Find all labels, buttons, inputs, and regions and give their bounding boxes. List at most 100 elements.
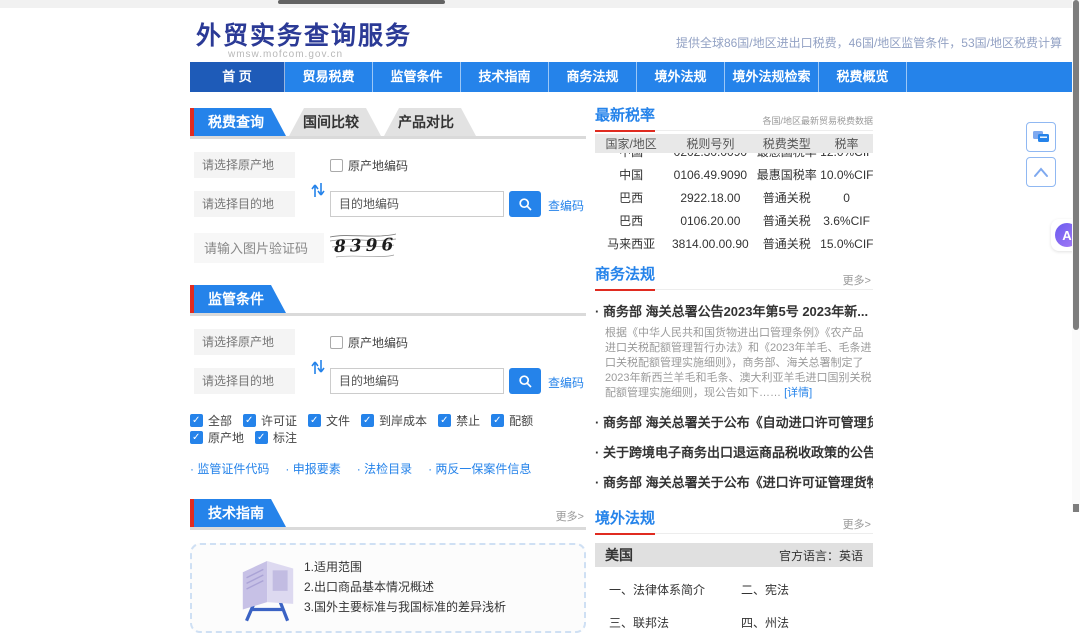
right-column: 最新税率 各国/地区最新贸易税费数据 国家/地区 税则号列 税费类型 税率 中国… bbox=[595, 104, 873, 631]
checked-checkbox-icon[interactable] bbox=[190, 431, 203, 444]
guide-item[interactable]: 1.适用范围 bbox=[304, 557, 506, 577]
tab-product-compare[interactable]: 产品对比 bbox=[384, 108, 476, 136]
col-country: 国家/地区 bbox=[605, 137, 657, 151]
checked-checkbox-icon[interactable] bbox=[190, 414, 203, 427]
search-button[interactable] bbox=[509, 191, 541, 217]
filter-all[interactable]: 全部 bbox=[190, 412, 232, 429]
news-headline[interactable]: 商务部 海关总署关于公布《自动进口许可管理货物目录... bbox=[595, 412, 873, 431]
checkbox-icon[interactable] bbox=[330, 336, 343, 349]
cell-country: 巴西 bbox=[619, 214, 644, 228]
link-trade-remedy-cases[interactable]: 两反一保案件信息 bbox=[428, 460, 531, 477]
table-row[interactable]: 中国 0202.30.0090 最惠国税率 12.0%CIF bbox=[595, 153, 873, 163]
checked-checkbox-icon[interactable] bbox=[491, 414, 505, 427]
link-regulatory-cert-codes[interactable]: 监管证件代码 bbox=[190, 460, 269, 477]
latest-rates-note: 各国/地区最新贸易税费数据 bbox=[762, 116, 873, 126]
table-row[interactable]: 巴西 2922.18.00 普通关税 0 bbox=[595, 186, 873, 209]
tax-query-tabbar: 税费查询 国间比较 产品对比 bbox=[190, 108, 586, 139]
law-item[interactable]: 四、州法 bbox=[741, 614, 873, 631]
nav-filler bbox=[907, 62, 1072, 92]
guide-item[interactable]: 2.出口商品基本情况概述 bbox=[304, 577, 506, 597]
book-illustration-icon bbox=[242, 561, 294, 622]
nav-tab-overseas-search[interactable]: 境外法规检索 bbox=[725, 62, 819, 92]
site-header: 外贸实务查询服务 wmsw.mofcom.gov.cn 提供全球86国/地区进出… bbox=[190, 8, 1072, 62]
checked-checkbox-icon[interactable] bbox=[255, 431, 269, 444]
col-rate: 税率 bbox=[834, 137, 859, 151]
captcha-input[interactable] bbox=[194, 233, 324, 263]
filter-label: 标注 bbox=[273, 431, 298, 445]
news-headline[interactable]: 商务部 海关总署关于公布《进口许可证管理货物目录（... bbox=[595, 472, 873, 491]
guide-item[interactable]: 3.国外主要标准与我国标准的差异浅析 bbox=[304, 597, 506, 617]
checked-checkbox-icon[interactable] bbox=[243, 414, 257, 427]
nav-tab-regulatory[interactable]: 监管条件 bbox=[373, 62, 461, 92]
reg-search-button[interactable] bbox=[509, 368, 541, 394]
nav-tab-tech-guide[interactable]: 技术指南 bbox=[461, 62, 549, 92]
filter-license[interactable]: 许可证 bbox=[243, 412, 297, 429]
cell-rate: 12.0%CIF bbox=[820, 153, 873, 159]
nav-tab-tax-overview[interactable]: 税费概览 bbox=[819, 62, 907, 92]
checked-checkbox-icon[interactable] bbox=[438, 414, 452, 427]
lookup-code-link[interactable]: 查编码 bbox=[548, 197, 584, 214]
detail-link[interactable]: [详情] bbox=[784, 387, 812, 399]
regulatory-header: 监管条件 bbox=[190, 285, 586, 316]
origin-code-checkbox[interactable]: 原产地编码 bbox=[330, 157, 408, 174]
browser-top-strip bbox=[0, 0, 1080, 8]
link-inspection-catalog[interactable]: 法检目录 bbox=[357, 460, 412, 477]
captcha-digits: 8396 bbox=[333, 234, 398, 258]
tech-guide-more-link[interactable]: 更多> bbox=[556, 508, 584, 524]
law-item[interactable]: 三、联邦法 bbox=[609, 614, 741, 631]
news-headline-featured[interactable]: 商务部 海关总署公告2023年第5号 2023年新... bbox=[595, 301, 873, 320]
link-declaration-elements[interactable]: 申报要素 bbox=[285, 460, 341, 477]
rates-table-header: 国家/地区 税则号列 税费类型 税率 bbox=[595, 134, 873, 153]
filter-landed-cost[interactable]: 到岸成本 bbox=[361, 412, 427, 429]
filter-quota[interactable]: 配额 bbox=[491, 412, 533, 429]
dest-select[interactable]: 请选择目的地 bbox=[194, 191, 295, 217]
dest-code-input[interactable] bbox=[330, 191, 504, 217]
scrollbar-thumb[interactable] bbox=[1073, 0, 1079, 330]
reg-lookup-code-link[interactable]: 查编码 bbox=[548, 374, 584, 391]
tax-origin-row: 请选择原产地 原产地编码 bbox=[190, 152, 586, 178]
cell-country: 中国 bbox=[619, 168, 644, 182]
news-excerpt: 根据《中华人民共和国货物进出口管理条例》《农产品进口关税配额管理暂行办法》和《2… bbox=[605, 326, 873, 401]
col-hs-code: 税则号列 bbox=[686, 137, 735, 151]
law-item[interactable]: 二、宪法 bbox=[741, 581, 873, 598]
scrollbar-track[interactable] bbox=[1072, 0, 1080, 512]
back-to-top-button[interactable] bbox=[1026, 157, 1056, 187]
filter-document[interactable]: 文件 bbox=[308, 412, 350, 429]
overseas-laws-more-link[interactable]: 更多> bbox=[843, 516, 871, 532]
table-row[interactable]: 马来西亚 3814.00.00.90 普通关税 15.0%CIF bbox=[595, 232, 873, 253]
nav-tab-commerce-laws[interactable]: 商务法规 bbox=[549, 62, 637, 92]
swap-icon[interactable] bbox=[310, 357, 326, 377]
origin-select[interactable]: 请选择原产地 bbox=[194, 152, 295, 178]
table-row[interactable]: 巴西 0106.20.00 普通关税 3.6%CIF bbox=[595, 209, 873, 232]
cell-hs-code: 2922.18.00 bbox=[680, 190, 741, 205]
captcha-image[interactable]: 8396 bbox=[330, 231, 398, 263]
table-row[interactable]: 中国 0106.49.9090 最惠国税率 10.0%CIF bbox=[595, 163, 873, 186]
nav-tab-overseas-laws[interactable]: 境外法规 bbox=[637, 62, 725, 92]
filter-origin[interactable]: 原产地 bbox=[190, 429, 244, 446]
reg-origin-code-checkbox[interactable]: 原产地编码 bbox=[330, 334, 408, 351]
tab-tax-query[interactable]: 税费查询 bbox=[194, 108, 286, 136]
reg-dest-code-input[interactable] bbox=[330, 368, 504, 394]
site-tagline: 提供全球86国/地区进出口税费，46国/地区监管条件，53国/地区税费计算 bbox=[675, 36, 1062, 50]
filter-prohibited[interactable]: 禁止 bbox=[438, 412, 480, 429]
news-headline[interactable]: 关于跨境电子商务出口退运商品税收政策的公告... bbox=[595, 442, 873, 461]
filter-label: 全部 bbox=[208, 414, 233, 428]
reg-origin-select[interactable]: 请选择原产地 bbox=[194, 329, 295, 355]
law-item[interactable]: 一、法律体系简介 bbox=[609, 581, 741, 598]
filter-label: 配额 bbox=[509, 414, 534, 428]
commerce-laws-more-link[interactable]: 更多> bbox=[843, 272, 871, 288]
commerce-laws-header: 商务法规 更多> bbox=[595, 263, 873, 291]
tab-country-compare[interactable]: 国间比较 bbox=[289, 108, 381, 136]
tech-guide-card[interactable]: 1.适用范围 2.出口商品基本情况概述 3.国外主要标准与我国标准的差异浅析 bbox=[190, 543, 586, 633]
nav-tab-trade-tax[interactable]: 贸易税费 bbox=[285, 62, 373, 92]
reg-dest-select[interactable]: 请选择目的地 bbox=[194, 368, 295, 394]
checkbox-icon[interactable] bbox=[330, 159, 343, 172]
swap-icon[interactable] bbox=[310, 180, 326, 200]
cell-rate: 3.6%CIF bbox=[823, 213, 870, 228]
nav-tab-home[interactable]: 首 页 bbox=[190, 62, 285, 92]
filter-marking[interactable]: 标注 bbox=[255, 429, 297, 446]
checked-checkbox-icon[interactable] bbox=[308, 414, 322, 427]
feedback-chat-button[interactable] bbox=[1026, 122, 1056, 152]
checked-checkbox-icon[interactable] bbox=[361, 414, 375, 427]
search-icon bbox=[518, 374, 532, 388]
